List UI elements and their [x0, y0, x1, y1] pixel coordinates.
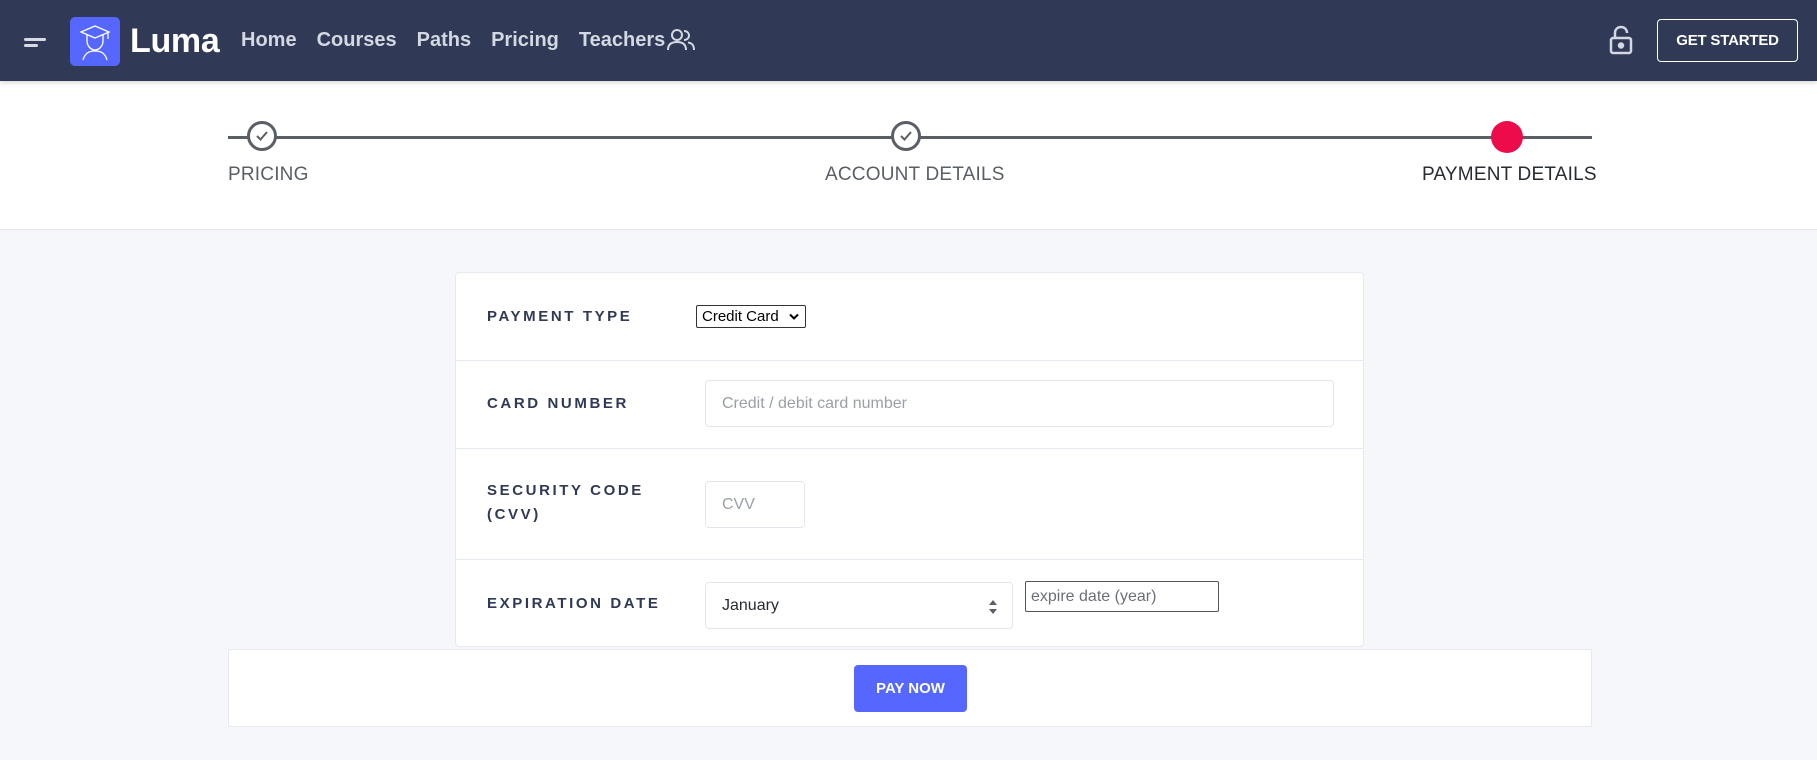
step-2-completed [891, 121, 921, 151]
payment-type-row: PAYMENT TYPE Credit Card [456, 273, 1363, 361]
security-code-label: SECURITY CODE (CVV) [487, 482, 644, 523]
nav-courses[interactable]: Courses [317, 29, 397, 52]
pay-bar: PAY NOW [228, 649, 1592, 727]
graduate-logo-icon [70, 17, 120, 66]
brand[interactable]: Luma [70, 17, 220, 66]
expiration-year-placeholder: expire date (year) [1031, 587, 1157, 605]
top-navbar: Luma Home Courses Paths Pricing Teachers… [0, 0, 1817, 81]
check-icon [256, 131, 268, 141]
nav-teachers[interactable]: Teachers [579, 29, 665, 52]
step-label-account-details: ACCOUNT DETAILS [825, 164, 1005, 185]
expiration-year-input[interactable]: expire date (year) [1025, 581, 1219, 612]
nav-links: Home Courses Paths Pricing Teachers [241, 0, 685, 81]
cvv-input[interactable]: CVV [705, 481, 805, 528]
step-label-payment-details: PAYMENT DETAILS [1422, 164, 1597, 185]
lock-icon[interactable] [1608, 24, 1634, 56]
expiration-month-select[interactable]: January [705, 582, 1013, 629]
expiration-date-label: EXPIRATION DATE [487, 595, 661, 612]
get-started-button[interactable]: GET STARTED [1657, 19, 1798, 62]
brand-name: Luma [130, 22, 220, 60]
payment-type-value: Credit Card [702, 308, 779, 325]
expiration-date-row: EXPIRATION DATE January expire date (yea… [456, 560, 1363, 646]
expiration-month-value: January [722, 596, 779, 614]
sort-updown-icon [989, 600, 997, 614]
card-number-row: CARD NUMBER Credit / debit card number [456, 361, 1363, 449]
step-label-pricing: PRICING [228, 164, 309, 185]
payment-type-label: PAYMENT TYPE [487, 308, 633, 325]
step-3-active [1491, 121, 1523, 153]
pay-now-button[interactable]: PAY NOW [854, 665, 967, 712]
nav-pricing[interactable]: Pricing [491, 29, 559, 52]
payment-type-select[interactable]: Credit Card [696, 305, 806, 328]
checkout-stepper: PRICING ACCOUNT DETAILS PAYMENT DETAILS [0, 81, 1817, 230]
payment-form-card: PAYMENT TYPE Credit Card CARD NUMBER Cre… [455, 272, 1364, 647]
card-number-placeholder: Credit / debit card number [722, 394, 907, 412]
card-number-label: CARD NUMBER [487, 395, 629, 412]
check-icon [900, 131, 912, 141]
cvv-placeholder: CVV [722, 495, 755, 513]
nav-paths[interactable]: Paths [417, 29, 471, 52]
security-code-row: SECURITY CODE (CVV) CVV [456, 449, 1363, 560]
menu-icon[interactable] [24, 38, 48, 48]
nav-home[interactable]: Home [241, 29, 297, 52]
people-icon[interactable] [666, 28, 696, 52]
chevron-down-icon [789, 313, 799, 320]
card-number-input[interactable]: Credit / debit card number [705, 380, 1334, 427]
step-1-completed [247, 121, 277, 151]
